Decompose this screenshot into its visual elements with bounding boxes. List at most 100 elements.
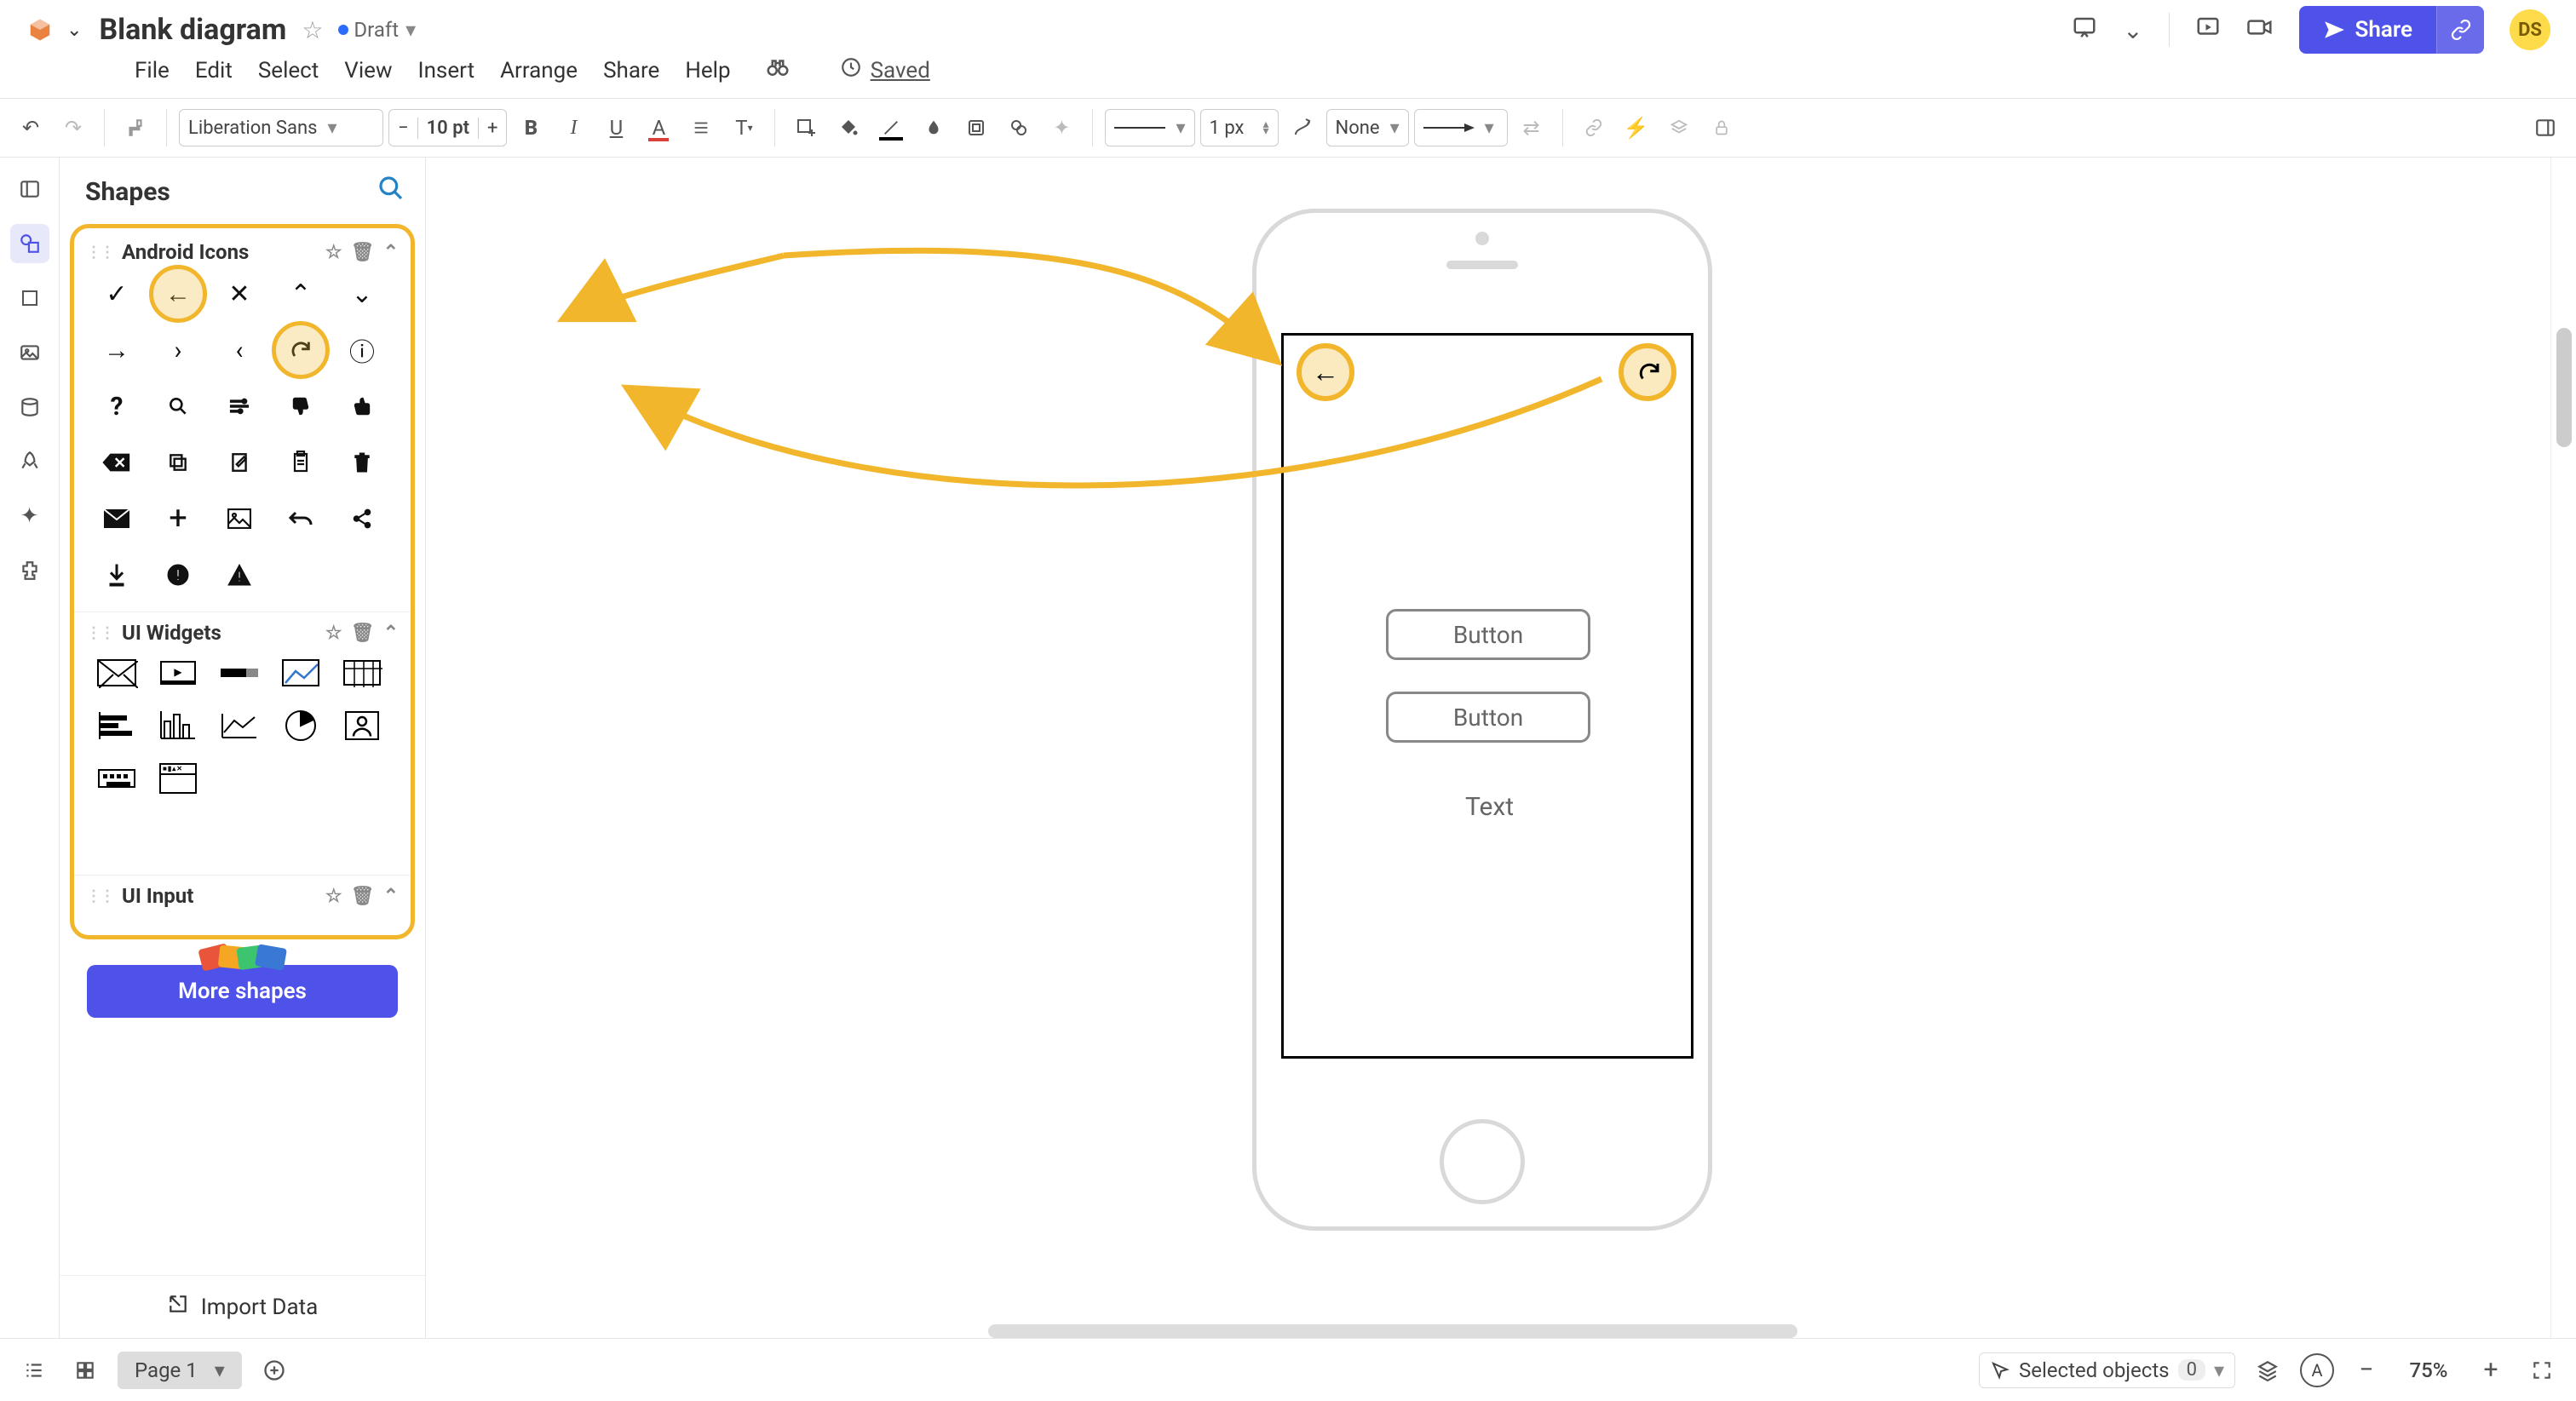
menu-arrange[interactable]: Arrange <box>500 58 578 83</box>
shape-backspace-icon[interactable] <box>91 441 142 484</box>
right-panel-toggle[interactable] <box>2527 109 2564 146</box>
shape-trash-icon[interactable] <box>336 441 388 484</box>
shape-edit-doc-icon[interactable] <box>214 441 265 484</box>
menu-file[interactable]: File <box>135 58 170 83</box>
group-android-title[interactable]: Android Icons <box>122 240 249 264</box>
shape-thumbs-down-icon[interactable] <box>275 385 326 428</box>
font-size-plus[interactable]: + <box>479 118 506 139</box>
endpoint-right-select[interactable]: ▾ <box>1414 109 1508 146</box>
shape-sliders-icon[interactable] <box>214 385 265 428</box>
add-page-button[interactable] <box>256 1352 293 1389</box>
avatar[interactable]: DS <box>2510 9 2550 50</box>
binoculars-icon[interactable] <box>765 55 791 86</box>
trash-icon[interactable]: 🗑 <box>351 242 375 263</box>
font-select[interactable]: Liberation Sans▾ <box>179 109 383 146</box>
present-icon[interactable] <box>2195 14 2221 46</box>
canvas-back-icon[interactable]: ← <box>1307 353 1344 391</box>
outline-view-icon[interactable] <box>15 1352 53 1389</box>
format-painter-button[interactable] <box>117 109 154 146</box>
fill-button[interactable] <box>830 109 867 146</box>
shape-plus-icon[interactable]: + <box>152 497 204 540</box>
canvas-text-shape[interactable]: Text <box>1465 792 1514 822</box>
shape-thumbs-up-icon[interactable] <box>336 385 388 428</box>
more-shapes-button[interactable]: More shapes <box>87 965 398 1018</box>
star-icon[interactable]: ☆ <box>325 623 342 644</box>
shape-undo-icon[interactable] <box>275 497 326 540</box>
widget-mail-shape[interactable] <box>91 653 142 692</box>
rail-sparkle-icon[interactable]: ✦ <box>10 497 49 536</box>
menu-view[interactable]: View <box>344 58 392 83</box>
shape-arrow-right-icon[interactable]: → <box>91 329 142 371</box>
shape-chevron-right-icon[interactable]: › <box>152 329 204 371</box>
widget-keyboard-shape[interactable] <box>91 759 142 798</box>
widget-progress-shape[interactable] <box>214 653 265 692</box>
widget-table-shape[interactable] <box>336 653 388 692</box>
shape-picture-icon[interactable] <box>214 497 265 540</box>
menu-share[interactable]: Share <box>603 58 659 83</box>
app-logo[interactable] <box>26 15 55 44</box>
selected-objects-indicator[interactable]: Selected objects 0 ▾ <box>1979 1352 2235 1388</box>
align-button[interactable] <box>682 109 720 146</box>
shape-alert-circle-icon[interactable] <box>152 554 204 596</box>
menu-edit[interactable]: Edit <box>195 58 233 83</box>
endpoint-left-select[interactable]: None▾ <box>1326 109 1409 146</box>
comment-icon[interactable] <box>2072 14 2097 46</box>
document-title[interactable]: Blank diagram <box>99 13 286 47</box>
shape-close-icon[interactable]: ✕ <box>214 273 265 315</box>
widget-line-shape[interactable] <box>214 706 265 745</box>
canvas-button-shape[interactable]: Button <box>1386 609 1590 660</box>
star-icon[interactable]: ☆ <box>325 242 342 263</box>
group-input-title[interactable]: UI Input <box>122 884 193 908</box>
drag-handle-icon[interactable]: ⋮⋮ <box>86 624 113 642</box>
rail-shapes-icon[interactable] <box>10 224 49 263</box>
doc-status[interactable]: Draft ▾ <box>338 18 416 42</box>
widget-video-shape[interactable]: ▶ <box>152 653 204 692</box>
rail-image-icon[interactable] <box>10 333 49 372</box>
shape-add-button[interactable] <box>787 109 825 146</box>
rail-rocket-icon[interactable] <box>10 442 49 481</box>
trash-icon[interactable]: 🗑 <box>351 623 375 644</box>
font-size-stepper[interactable]: −10 pt+ <box>388 109 507 146</box>
widget-pie-shape[interactable] <box>275 706 326 745</box>
shape-download-icon[interactable] <box>91 554 142 596</box>
underline-button[interactable]: U <box>597 109 635 146</box>
grid-view-icon[interactable] <box>66 1352 104 1389</box>
rail-data-icon[interactable] <box>10 388 49 427</box>
layers-button[interactable] <box>1660 109 1698 146</box>
app-menu-chevron-icon[interactable]: ⌄ <box>66 20 82 41</box>
magic-button[interactable]: ✦ <box>1043 109 1080 146</box>
shape-style-button[interactable] <box>957 109 995 146</box>
drag-handle-icon[interactable]: ⋮⋮ <box>86 887 113 905</box>
star-icon[interactable]: ☆ <box>302 16 323 44</box>
page-select[interactable]: Page 1▾ <box>118 1352 242 1389</box>
fullscreen-icon[interactable] <box>2523 1352 2561 1389</box>
shape-chevron-down-icon[interactable]: ⌄ <box>336 273 388 315</box>
import-data-button[interactable]: Import Data <box>60 1275 425 1338</box>
text-options-button[interactable]: T▾ <box>725 109 762 146</box>
action-button[interactable]: ⚡ <box>1618 109 1655 146</box>
widget-user-shape[interactable] <box>336 706 388 745</box>
widget-chart-shape[interactable] <box>275 653 326 692</box>
layers-icon[interactable] <box>2249 1352 2286 1389</box>
shape-chevron-up-icon[interactable]: ⌃ <box>275 273 326 315</box>
rail-panel-icon[interactable] <box>10 169 49 209</box>
star-icon[interactable]: ☆ <box>325 886 342 907</box>
opacity-button[interactable] <box>915 109 952 146</box>
line-color-button[interactable] <box>872 109 910 146</box>
widget-window-shape[interactable]: ■▮▴✕ <box>152 759 204 798</box>
trash-icon[interactable]: 🗑 <box>351 886 375 907</box>
line-style-select[interactable]: ▾ <box>1105 109 1194 146</box>
horizontal-scrollbar[interactable] <box>988 1324 1797 1338</box>
italic-button[interactable]: I <box>555 109 592 146</box>
rail-container-icon[interactable] <box>10 278 49 318</box>
shape-share-nodes-icon[interactable] <box>336 497 388 540</box>
chevron-down-icon[interactable]: ⌄ <box>2123 16 2142 44</box>
canvas-refresh-icon[interactable] <box>1630 353 1668 391</box>
shape-arrow-left-icon[interactable]: ← <box>152 273 204 315</box>
shape-question-icon[interactable]: ? <box>91 385 142 428</box>
bold-button[interactable]: B <box>512 109 549 146</box>
menu-insert[interactable]: Insert <box>418 58 475 83</box>
zoom-in-button[interactable]: + <box>2472 1352 2510 1389</box>
share-button[interactable]: Share <box>2299 6 2484 54</box>
widget-hbar-shape[interactable] <box>91 706 142 745</box>
